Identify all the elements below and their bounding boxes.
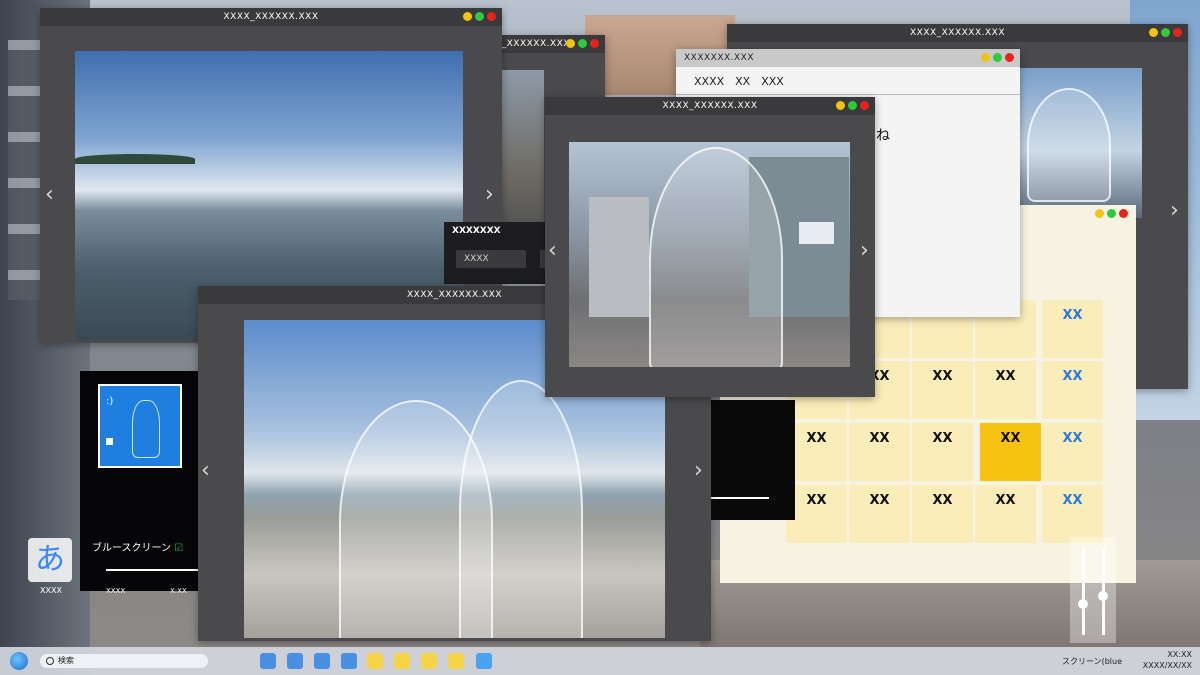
prev-arrow-icon[interactable]: ‹	[548, 240, 557, 262]
calendar-cell[interactable]: XX	[912, 423, 973, 481]
calendar-cell[interactable]: XX	[786, 485, 847, 543]
taskbar-app-icon[interactable]	[394, 653, 410, 669]
text-body[interactable]: ね	[876, 125, 890, 145]
maximize-button[interactable]	[578, 39, 587, 48]
window-title: XXXX_XXXXXX.XXX	[406, 290, 502, 300]
character-outline	[459, 380, 583, 638]
window-titlebar[interactable]: XXXX_XXXXXX.XXX	[727, 24, 1188, 42]
window-title: XXXXXXX.XXX	[684, 53, 755, 63]
taskbar-app-icon[interactable]	[367, 653, 383, 669]
menu-divider	[676, 94, 1020, 95]
prev-arrow-icon[interactable]: ‹	[201, 460, 210, 482]
taskbar: 検索 スクリーン(blue s XX:XX XXXX/XX/XX	[0, 647, 1200, 675]
calendar-cell[interactable]: XX	[1042, 423, 1103, 481]
calendar-cell[interactable]: XX	[912, 361, 973, 419]
calendar-cell[interactable]: XX	[1042, 485, 1103, 543]
next-arrow-icon[interactable]: ›	[694, 460, 703, 482]
photo-image	[569, 142, 850, 367]
bluescreen-sub-left: XXXX	[106, 587, 126, 595]
progress-bar	[106, 569, 198, 571]
clock-date: XXXX/XX/XX	[1142, 661, 1192, 670]
start-button[interactable]	[10, 652, 28, 670]
close-button[interactable]	[860, 101, 869, 110]
taskbar-app-icon[interactable]	[341, 653, 357, 669]
close-button[interactable]	[1173, 28, 1182, 37]
calendar-cell[interactable]: XX	[849, 423, 910, 481]
calendar-cell[interactable]: XX	[912, 485, 973, 543]
bluescreen-panel[interactable]: :) ブルースクリーン ☑ XXXX X:XX	[80, 371, 198, 595]
maximize-button[interactable]	[993, 53, 1002, 62]
input-dialog[interactable]: XXXXXXX XXXX	[444, 222, 549, 284]
volume-sliders[interactable]	[1070, 537, 1116, 643]
close-button[interactable]	[1119, 209, 1128, 218]
ime-indicator[interactable]: あ	[28, 538, 72, 582]
maximize-button[interactable]	[475, 12, 484, 21]
running-app-label[interactable]: スクリーン(blue s	[1062, 656, 1122, 667]
bluescreen-label-row: ブルースクリーン ☑	[92, 539, 183, 554]
minimize-button[interactable]	[1095, 209, 1104, 218]
window-title: XXXX_XXXXXX.XXX	[662, 101, 758, 111]
dialog-input[interactable]: XXXX	[456, 250, 526, 268]
qr-code-icon	[106, 438, 113, 445]
taskbar-app-icon[interactable]	[314, 653, 330, 669]
character-outline	[132, 400, 160, 458]
bluescreen-face: :)	[106, 396, 114, 407]
ime-label: XXXX	[40, 586, 62, 595]
prev-arrow-icon[interactable]: ‹	[45, 184, 54, 206]
text-menu-bar[interactable]: XXXX XX XXX	[694, 73, 784, 89]
calendar-cell[interactable]: XX	[1042, 361, 1103, 419]
calendar-cell[interactable]: XX	[849, 485, 910, 543]
window-titlebar[interactable]: XXXX_XXXXXX.XXX	[40, 8, 502, 26]
taskbar-app-icon[interactable]	[448, 653, 464, 669]
bluescreen-label: ブルースクリーン	[92, 543, 171, 554]
progress-bar	[709, 497, 769, 499]
window-title: XXXX_XXXXXX.XXX	[223, 12, 319, 22]
calendar-cell[interactable]: XX	[975, 485, 1036, 543]
next-arrow-icon[interactable]: ›	[485, 184, 494, 206]
window-titlebar[interactable]: XXXXXXX.XXX	[676, 49, 1020, 67]
character-outline	[1027, 88, 1111, 202]
slider-track-1[interactable]	[1082, 547, 1085, 635]
check-icon: ☑	[174, 543, 184, 554]
bluescreen-sub-right: X:XX	[170, 587, 187, 595]
taskbar-search[interactable]: 検索	[40, 654, 208, 668]
calendar-cell[interactable]: XX	[1042, 300, 1103, 358]
search-icon	[46, 657, 54, 665]
maximize-button[interactable]	[1107, 209, 1116, 218]
taskbar-app-icon[interactable]	[260, 653, 276, 669]
photo-window-city[interactable]: XXXX_XXXXXX.XXX ‹ ›	[545, 97, 875, 397]
character-outline	[649, 147, 783, 367]
close-button[interactable]	[487, 12, 496, 21]
clock-time: XX:XX	[1167, 650, 1192, 659]
media-panel	[709, 400, 795, 520]
maximize-button[interactable]	[848, 101, 857, 110]
taskbar-app-icon[interactable]	[421, 653, 437, 669]
calendar-cell[interactable]: XX	[975, 361, 1036, 419]
next-arrow-icon[interactable]: ›	[860, 240, 869, 262]
window-title: XXXX_XXXXXX.XXX	[909, 28, 1005, 38]
minimize-button[interactable]	[981, 53, 990, 62]
search-placeholder: 検索	[58, 656, 74, 665]
minimize-button[interactable]	[566, 39, 575, 48]
minimize-button[interactable]	[836, 101, 845, 110]
slider-knob-1[interactable]	[1078, 599, 1088, 609]
calendar-cell-highlighted[interactable]: XX	[980, 423, 1041, 481]
taskbar-app-icon[interactable]	[476, 653, 492, 669]
dialog-title: XXXXXXX	[452, 226, 501, 236]
window-titlebar[interactable]: XXXX_XXXXXX.XXX	[545, 97, 875, 115]
photo-image	[500, 70, 544, 245]
minimize-button[interactable]	[1149, 28, 1158, 37]
minimize-button[interactable]	[463, 12, 472, 21]
next-arrow-icon[interactable]: ›	[1170, 200, 1179, 222]
system-clock[interactable]: XX:XX XXXX/XX/XX	[1143, 649, 1192, 671]
maximize-button[interactable]	[1161, 28, 1170, 37]
close-button[interactable]	[1005, 53, 1014, 62]
photo-image	[1017, 68, 1142, 218]
calendar-cell[interactable]: XX	[786, 423, 847, 481]
bluescreen-thumbnail[interactable]: :)	[98, 384, 182, 468]
slider-knob-2[interactable]	[1098, 591, 1108, 601]
taskbar-app-icon[interactable]	[287, 653, 303, 669]
close-button[interactable]	[590, 39, 599, 48]
